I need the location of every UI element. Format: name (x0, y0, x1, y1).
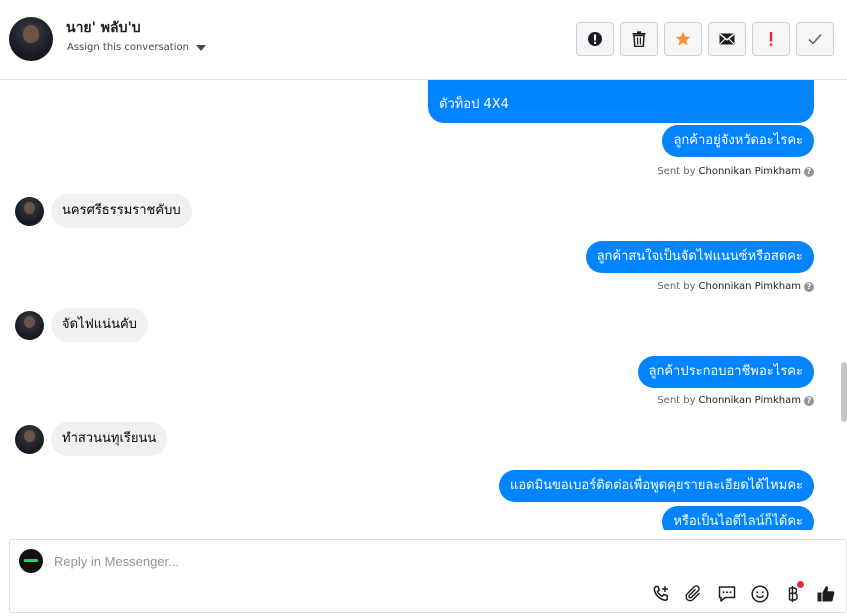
help-icon[interactable]: ? (804, 281, 814, 292)
envelope-icon (719, 33, 735, 45)
sent-by-label: Sent by Chonnikan Pimkham ? (657, 166, 814, 177)
chat-bubble-icon (718, 585, 735, 602)
delete-button[interactable] (620, 22, 658, 56)
incoming-message-row: นครศรีธรรมราชคับบ (15, 194, 192, 228)
paperclip-icon (684, 584, 700, 601)
outgoing-message: แอดมินขอเบอร์ติดต่อเพื่อพูดคุยรายละเอียด… (498, 470, 814, 502)
incoming-message-row: จัดไฟแน่นคับ (15, 308, 148, 342)
saved-replies-button[interactable] (716, 583, 737, 604)
trash-icon (632, 31, 646, 47)
checkmark-icon (808, 33, 822, 45)
emoji-button[interactable] (749, 583, 770, 604)
help-icon[interactable]: ? (804, 395, 814, 406)
attach-button[interactable] (683, 583, 704, 604)
incoming-message: นครศรีธรรมราชคับบ (51, 194, 192, 228)
contact-avatar[interactable] (15, 310, 44, 340)
call-button[interactable] (650, 583, 671, 604)
sent-by-agent[interactable]: Chonnikan Pimkham (699, 281, 801, 292)
sent-by-label: Sent by Chonnikan Pimkham ? (657, 281, 814, 292)
scrollbar-thumb[interactable] (841, 362, 847, 422)
outgoing-message: ลูกค้าอยู่จังหวัดอะไรคะ (662, 125, 814, 157)
thumbs-up-icon (817, 585, 834, 601)
payment-button[interactable] (782, 581, 804, 604)
star-button[interactable] (664, 22, 702, 56)
incoming-message: จัดไฟแน่นคับ (51, 308, 148, 342)
spam-button[interactable] (576, 22, 614, 56)
incoming-message: ทำสวนนทุเรียนน (51, 422, 168, 456)
caret-down-icon (195, 44, 206, 51)
assign-label: Assign this conversation (67, 42, 189, 53)
thread-scrollbar[interactable] (841, 80, 847, 530)
mark-unread-button[interactable] (708, 22, 746, 56)
sent-by-agent[interactable]: Chonnikan Pimkham (699, 395, 801, 406)
sent-by-prefix: Sent by (657, 395, 696, 406)
outgoing-message: ตัวท็อป 4X4 (428, 80, 814, 123)
sent-by-label: Sent by Chonnikan Pimkham ? (657, 395, 814, 406)
smiley-icon (750, 584, 769, 603)
phone-add-icon (653, 585, 668, 601)
outgoing-message: ลูกค้าประกอบอาชีพอะไรคะ (637, 356, 814, 388)
like-button[interactable] (815, 583, 836, 604)
page-avatar (19, 549, 43, 573)
reply-input[interactable] (54, 551, 654, 571)
outgoing-message: ลูกค้าสนใจเป็นจัดไฟแนนซ์หรือสดคะ (585, 241, 814, 273)
composer-tools (650, 581, 836, 604)
reply-composer (9, 539, 847, 613)
star-icon (675, 31, 691, 46)
help-icon[interactable]: ? (804, 166, 814, 177)
alert-circle-icon (588, 32, 602, 46)
conversation-toolbar (576, 22, 834, 56)
message-thread[interactable]: ตัวท็อป 4X4 ลูกค้าอยู่จังหวัดอะไรคะ Sent… (0, 80, 847, 530)
contact-avatar[interactable] (15, 424, 44, 454)
notification-dot (797, 581, 804, 588)
sent-by-agent[interactable]: Chonnikan Pimkham (699, 166, 801, 177)
contact-avatar[interactable] (9, 17, 53, 61)
incoming-message-row: ทำสวนนทุเรียนน (15, 422, 168, 456)
exclamation-icon (769, 32, 773, 46)
sent-by-prefix: Sent by (657, 166, 696, 177)
follow-up-button[interactable] (752, 22, 790, 56)
mark-done-button[interactable] (796, 22, 834, 56)
conversation-header: นาย' พลับ'บ Assign this conversation (0, 0, 847, 80)
sent-by-prefix: Sent by (657, 281, 696, 292)
contact-avatar[interactable] (15, 196, 44, 226)
assign-conversation-dropdown[interactable]: Assign this conversation (67, 42, 206, 53)
outgoing-message: หรือเป็นไอดีไลน์ก็ได้คะ (662, 506, 814, 530)
contact-name[interactable]: นาย' พลับ'บ (66, 17, 141, 39)
